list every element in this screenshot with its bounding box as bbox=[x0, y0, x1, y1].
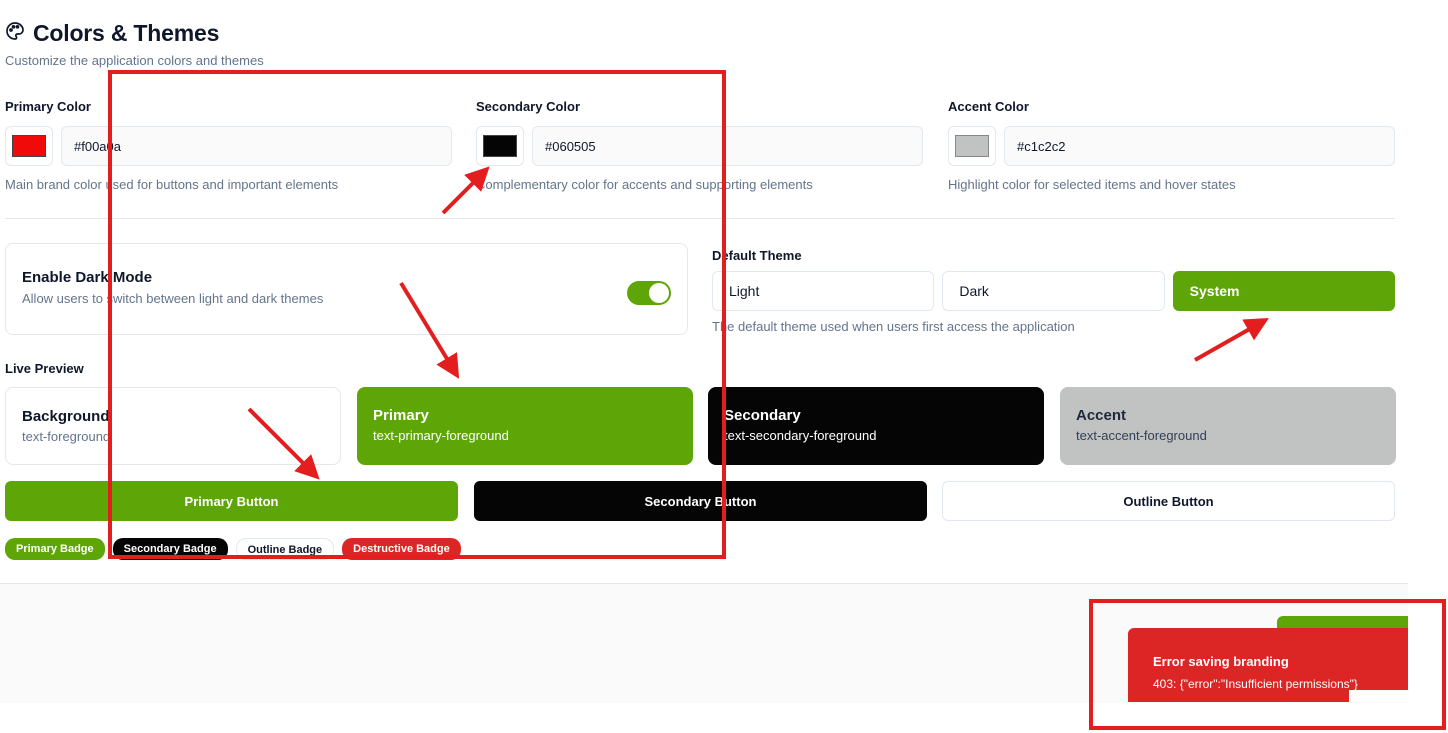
error-toast: Error saving branding 403: {"error":"Ins… bbox=[1128, 628, 1408, 702]
secondary-color-field: Secondary Color #060505 Complementary co… bbox=[476, 99, 923, 192]
theme-option-system[interactable]: System bbox=[1172, 271, 1395, 311]
toggle-knob bbox=[649, 283, 669, 303]
preview-card-subtitle: text-secondary-foreground bbox=[724, 428, 877, 443]
section-divider bbox=[5, 218, 1395, 219]
dark-mode-toggle[interactable] bbox=[627, 281, 671, 305]
accent-color-label: Accent Color bbox=[948, 99, 1029, 114]
accent-color-picker[interactable] bbox=[948, 126, 996, 166]
live-preview-label: Live Preview bbox=[5, 361, 84, 376]
dark-mode-title: Enable Dark Mode bbox=[22, 269, 153, 286]
preview-card-secondary: Secondary text-secondary-foreground bbox=[708, 387, 1044, 465]
primary-color-label: Primary Color bbox=[5, 99, 91, 114]
theme-option-dark[interactable]: Dark bbox=[942, 271, 1165, 311]
default-theme-field: Default Theme Light Dark System The defa… bbox=[712, 248, 1395, 334]
default-theme-label: Default Theme bbox=[712, 248, 802, 263]
accent-color-field: Accent Color #c1c2c2 Highlight color for… bbox=[948, 99, 1395, 192]
preview-card-subtitle: text-accent-foreground bbox=[1076, 428, 1207, 443]
outline-badge: Outline Badge bbox=[235, 538, 335, 560]
toast-notch bbox=[1349, 690, 1408, 702]
preview-card-subtitle: text-foreground bbox=[22, 429, 111, 444]
secondary-color-picker[interactable] bbox=[476, 126, 524, 166]
toast-message: 403: {"error":"Insufficient permissions"… bbox=[1153, 677, 1358, 691]
default-theme-help: The default theme used when users first … bbox=[712, 319, 1075, 334]
primary-button-preview[interactable]: Primary Button bbox=[5, 481, 458, 521]
accent-color-help: Highlight color for selected items and h… bbox=[948, 177, 1236, 192]
primary-color-input[interactable]: #f00a0a bbox=[61, 126, 452, 166]
palette-icon bbox=[5, 21, 25, 46]
preview-card-title: Secondary bbox=[724, 407, 801, 424]
preview-card-background: Background text-foreground bbox=[5, 387, 341, 465]
preview-card-accent: Accent text-accent-foreground bbox=[1060, 387, 1396, 465]
dark-mode-description: Allow users to switch between light and … bbox=[22, 291, 324, 306]
secondary-color-label: Secondary Color bbox=[476, 99, 581, 114]
primary-badge: Primary Badge bbox=[5, 538, 105, 560]
accent-color-input[interactable]: #c1c2c2 bbox=[1004, 126, 1395, 166]
secondary-badge: Secondary Badge bbox=[112, 538, 228, 560]
page-subtitle: Customize the application colors and the… bbox=[5, 53, 264, 68]
toast-title: Error saving branding bbox=[1153, 654, 1289, 669]
destructive-badge: Destructive Badge bbox=[342, 538, 461, 560]
dark-mode-card: Enable Dark Mode Allow users to switch b… bbox=[5, 243, 688, 335]
preview-card-primary: Primary text-primary-foreground bbox=[357, 387, 693, 465]
page-header: Colors & Themes bbox=[5, 20, 219, 47]
preview-card-title: Accent bbox=[1076, 407, 1127, 424]
secondary-color-help: Complementary color for accents and supp… bbox=[476, 177, 813, 192]
preview-card-subtitle: text-primary-foreground bbox=[373, 428, 509, 443]
badge-row: Primary Badge Secondary Badge Outline Ba… bbox=[5, 538, 461, 560]
outline-button-preview[interactable]: Outline Button bbox=[942, 481, 1395, 521]
primary-color-field: Primary Color #f00a0a Main brand color u… bbox=[5, 99, 452, 192]
primary-color-help: Main brand color used for buttons and im… bbox=[5, 177, 339, 192]
secondary-button-preview[interactable]: Secondary Button bbox=[474, 481, 927, 521]
page-title: Colors & Themes bbox=[33, 20, 220, 46]
secondary-color-input[interactable]: #060505 bbox=[532, 126, 923, 166]
theme-option-light[interactable]: Light bbox=[712, 271, 935, 311]
preview-card-title: Primary bbox=[373, 407, 429, 424]
primary-color-picker[interactable] bbox=[5, 126, 53, 166]
preview-card-title: Background bbox=[22, 408, 110, 425]
